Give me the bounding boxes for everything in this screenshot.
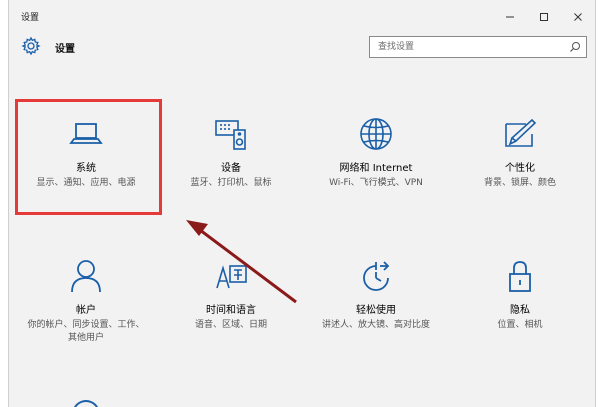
minimize-button[interactable] [493,0,527,34]
tile-accounts[interactable]: 帐户 你的帐户、同步设置、工作、其他用户 [16,250,156,366]
tile-ease-of-access-desc: 讲述人、放大镜、高对比度 [321,320,430,330]
search-input[interactable] [370,37,560,57]
tile-network-title: 网络和 Internet [339,163,413,174]
tile-network[interactable]: 网络和 Internet Wi-Fi、飞行模式、VPN [306,108,446,224]
tile-personalization-title: 个性化 [505,163,535,174]
tile-privacy-title: 隐私 [510,305,530,316]
person-icon [68,258,104,294]
window-title: 设置 [21,13,40,23]
tile-time-language[interactable]: 时间和语言 语音、区域、日期 [161,250,301,366]
globe-icon [358,116,394,152]
tile-devices[interactable]: 设备 蓝牙、打印机、鼠标 [161,108,301,224]
tile-accounts-title: 帐户 [76,305,96,316]
devices-icon [213,116,249,152]
gear-icon [21,36,41,56]
window-controls [493,0,595,34]
tile-devices-title: 设备 [221,163,241,174]
title-bar: 设置 [9,0,595,34]
tile-privacy[interactable]: 隐私 位置、相机 [450,250,590,366]
tile-devices-desc: 蓝牙、打印机、鼠标 [190,178,272,188]
close-button[interactable] [561,0,595,34]
tile-network-desc: Wi-Fi、飞行模式、VPN [329,178,423,188]
close-icon [574,13,582,21]
time-language-icon [213,258,249,294]
tile-personalization-desc: 背景、锁屏、颜色 [483,178,556,188]
personalize-icon [502,116,538,152]
search-icon[interactable] [569,41,581,53]
tile-accounts-desc: 你的帐户、同步设置、工作、其他用户 [27,320,145,343]
lock-icon [502,258,538,294]
tile-time-language-desc: 语音、区域、日期 [194,320,267,330]
system-highlight-box [15,99,162,215]
minimize-icon [506,16,514,18]
tile-privacy-desc: 位置、相机 [497,320,543,330]
tile-ease-of-access-title: 轻松使用 [356,305,396,316]
search-box[interactable] [369,36,587,58]
tile-time-language-title: 时间和语言 [206,305,256,316]
maximize-icon [540,13,548,21]
page-title: 设置 [55,44,75,55]
tile-personalization[interactable]: 个性化 背景、锁屏、颜色 [450,108,590,224]
tile-ease-of-access[interactable]: 轻松使用 讲述人、放大镜、高对比度 [306,250,446,366]
ease-of-access-icon [358,258,394,294]
maximize-button[interactable] [527,0,561,34]
